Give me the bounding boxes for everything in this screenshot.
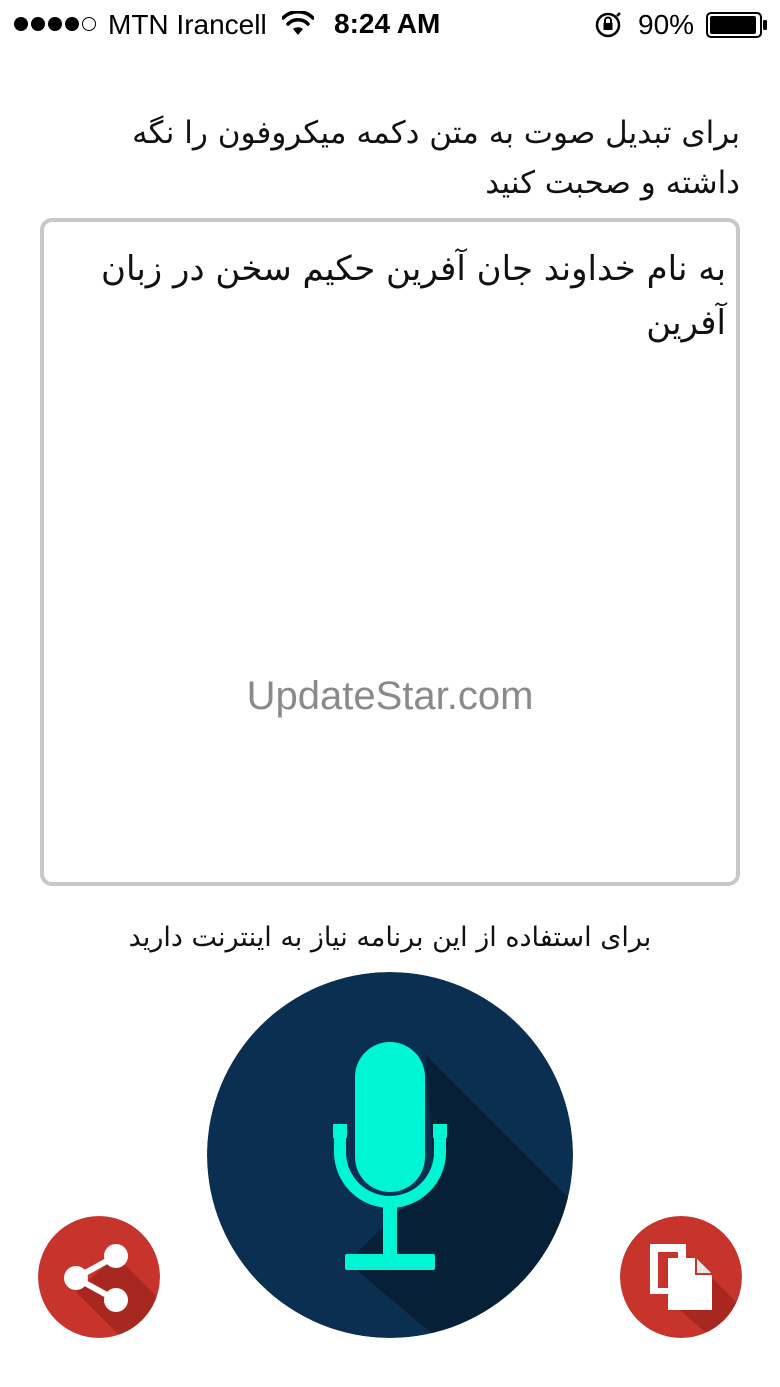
carrier-name: MTN Irancell bbox=[108, 9, 267, 40]
watermark: UpdateStar.com bbox=[246, 674, 534, 718]
copy-icon bbox=[620, 1216, 742, 1338]
battery-percent: 90% bbox=[638, 9, 695, 40]
transcript-text[interactable]: به نام خداوند جان آفرین حکیم سخن در زبان… bbox=[54, 242, 726, 350]
transcript-box[interactable]: به نام خداوند جان آفرین حکیم سخن در زبان… bbox=[40, 218, 740, 886]
share-icon bbox=[38, 1216, 160, 1338]
app-screen: MTN Irancell 8:24 AM 90% برای تبدیل صوت … bbox=[0, 0, 780, 1387]
internet-required-note: برای استفاده از این برنامه نیاز به اینتر… bbox=[128, 922, 652, 953]
microphone-button[interactable] bbox=[207, 972, 573, 1338]
microphone-icon bbox=[207, 972, 573, 1338]
battery-icon bbox=[706, 12, 768, 38]
status-bar: MTN Irancell 8:24 AM 90% bbox=[0, 0, 780, 50]
signal-strength-icon bbox=[14, 17, 96, 31]
instruction-text: برای تبدیل صوت به متن دکمه میکروفون را ن… bbox=[132, 115, 740, 201]
copy-button[interactable] bbox=[620, 1216, 742, 1338]
status-time: 8:24 AM bbox=[334, 8, 441, 39]
wifi-icon bbox=[282, 11, 314, 37]
share-button[interactable] bbox=[38, 1216, 160, 1338]
rotation-lock-icon bbox=[593, 10, 623, 40]
